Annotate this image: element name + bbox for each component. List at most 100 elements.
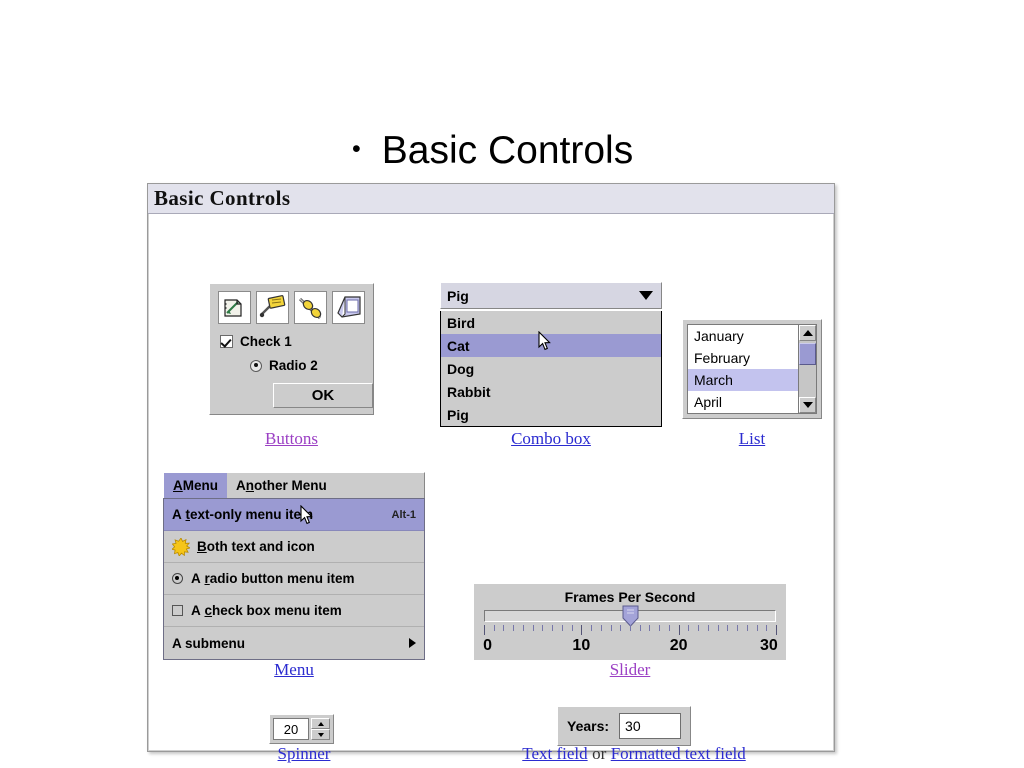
slider-major-tick [776,625,777,635]
slider-minor-tick [493,625,495,631]
check-1-label: Check 1 [240,334,292,349]
slider-minor-tick [522,625,524,631]
combobox-option[interactable]: Bird [441,311,661,334]
menu-popup: A t ext-only menu item Alt-1 Both text a… [163,498,425,660]
slider-minor-tick [532,625,534,631]
formatted-text-field-caption-link[interactable]: Formatted text field [611,744,746,763]
check-1-checkbox[interactable] [220,335,233,348]
menu-caption-link[interactable]: Menu [163,660,425,680]
slider-major-tick [678,625,680,635]
slider-demo-panel: Frames Per Second 0 10 20 30 [474,584,786,660]
chevron-down-icon[interactable] [639,291,653,300]
title-bullet-icon: • [352,135,361,163]
triangle-right-icon [409,638,416,648]
menubar-mnemonic: A [173,478,183,493]
menu-item-check-box[interactable]: A c heck box menu item [164,595,424,627]
combobox-option-highlighted[interactable]: Cat [441,334,661,357]
scrollbar-thumb[interactable] [799,343,816,365]
slider-track[interactable] [484,605,776,627]
combobox-caption-link[interactable]: Combo box [440,429,662,449]
page-title: • Basic Controls [352,125,972,177]
slider-major-tick [484,625,485,635]
chain-link-icon[interactable] [294,291,327,324]
list-item-selected[interactable]: March [688,369,798,391]
slider-minor-tick [542,625,544,631]
list-caption-link[interactable]: List [682,429,822,449]
textfield-demo: Years: 30 [557,706,692,746]
slider-minor-tick [717,625,719,631]
combobox-button[interactable]: Pig [440,282,662,309]
menu-radio-icon[interactable] [172,573,183,584]
menu-item-text-only[interactable]: A t ext-only menu item Alt-1 [164,499,424,531]
slider-caption-link[interactable]: Slider [474,660,786,680]
textfield-captions: Text field or Formatted text field [479,744,789,764]
list-item[interactable]: April [688,391,798,413]
combobox-dropdown-list[interactable]: Bird Cat Dog Rabbit Pig [440,311,662,427]
check-1-row[interactable]: Check 1 [220,334,365,349]
spinner-buttons [311,718,330,740]
menu-checkbox-icon[interactable] [172,605,183,616]
list-demo: January February March April [682,319,822,419]
slider-ticks [484,625,777,636]
slider-minor-tick [737,625,739,631]
list-item[interactable]: January [688,325,798,347]
combobox-option[interactable]: Pig [441,403,661,426]
menu-item-accelerator: Alt-1 [391,508,416,521]
menubar-item-label: Menu [182,478,218,493]
list-scrollbar[interactable] [799,324,817,414]
text-field-caption-link[interactable]: Text field [522,744,587,763]
radio-2-radiobutton[interactable] [250,359,262,372]
slider-minor-tick [610,625,612,631]
slider-minor-tick [571,625,573,631]
toolbar [218,291,365,324]
spinner-caption-link[interactable]: Spinner [249,744,359,764]
note-tag-icon[interactable] [256,291,289,324]
slider-minor-tick [639,625,641,631]
slider-tick-label: 30 [759,637,778,654]
slider-tick-label: 0 [483,637,493,654]
menu-demo: A Menu An other Menu A t ext-only menu ite… [163,472,425,660]
radio-2-row[interactable]: Radio 2 [250,358,365,373]
slider-minor-tick [746,625,748,631]
radio-2-label: Radio 2 [269,358,318,373]
triangle-up-icon[interactable] [799,325,816,341]
spinner-down-triangle-down-icon[interactable] [311,729,330,740]
ok-button[interactable]: OK [273,383,373,408]
slider-minor-tick [561,625,563,631]
list-box[interactable]: January February March April [687,324,799,414]
menubar-item-another-menu[interactable]: An other Menu [227,473,336,498]
menu-item-radio-button[interactable]: A r adio button menu item [164,563,424,595]
spinner-value-field[interactable]: 20 [273,718,309,740]
combobox-demo: Pig Bird Cat Dog Rabbit Pig [440,282,662,427]
caption-separator: or [592,744,607,763]
slider-minor-tick [707,625,709,631]
years-field[interactable]: 30 [619,713,682,739]
slider-minor-tick [552,625,554,631]
combobox-option[interactable]: Rabbit [441,380,661,403]
pencil-draw-icon[interactable] [218,291,251,324]
menubar-item-label-rest: other Menu [254,478,327,493]
buttons-caption-link[interactable]: Buttons [209,429,374,449]
spinner-up-triangle-up-icon[interactable] [311,718,330,729]
buttons-demo-panel: Check 1 Radio 2 OK [209,283,374,415]
slider-title: Frames Per Second [564,589,696,605]
slider-minor-tick [591,625,593,631]
menu-item-label: A [172,507,186,522]
menu-item-text-and-icon[interactable]: Both text and icon [164,531,424,563]
slider-thumb[interactable] [622,605,639,627]
slider-minor-tick [698,625,700,631]
menubar-item-a-menu[interactable]: A Menu [164,473,227,498]
slider-tick-label: 10 [572,637,591,654]
slider-minor-tick [503,625,505,631]
application-window: Basic Controls Check 1 Radio 2 OK Button… [147,183,835,763]
slider-major-tick [581,625,583,635]
menu-item-submenu[interactable]: A submenu [164,627,424,659]
slider-minor-tick [756,625,758,631]
combobox-option[interactable]: Dog [441,357,661,380]
triangle-down-icon[interactable] [799,397,816,413]
slider-minor-tick [659,625,661,631]
slider-minor-tick [766,625,768,631]
list-item[interactable]: February [688,347,798,369]
page-book-icon[interactable] [332,291,365,324]
scrollbar-track[interactable] [799,341,816,397]
